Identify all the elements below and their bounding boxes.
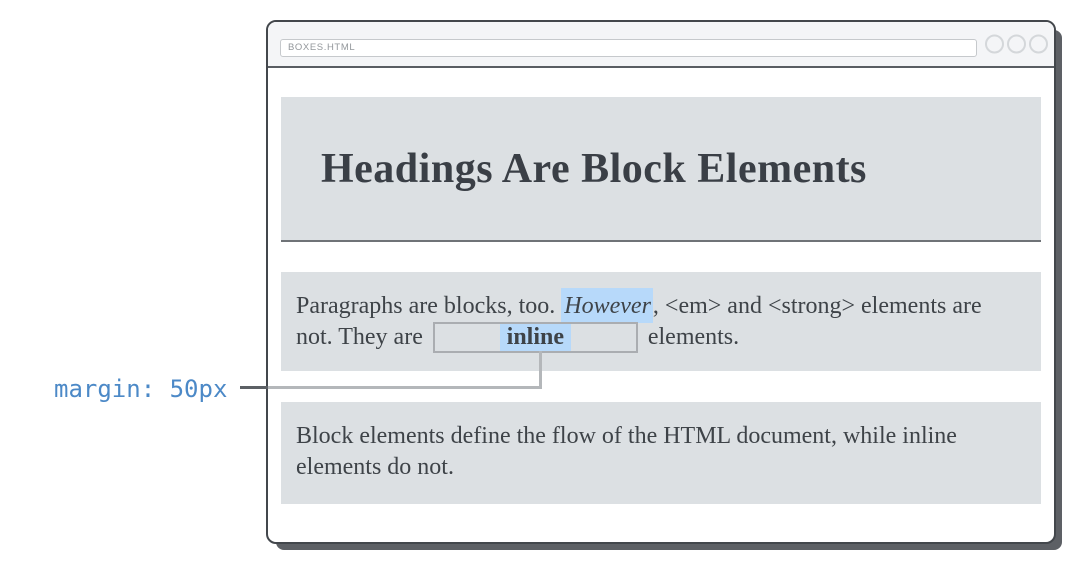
page-title: Headings Are Block Elements xyxy=(321,145,867,193)
paragraph-text: , <em> and <strong> elements are xyxy=(653,293,982,319)
window-controls xyxy=(985,35,1048,54)
annotation-connector-horizontal-line xyxy=(268,386,541,389)
page-content: Headings Are Block Elements Paragraphs a… xyxy=(268,68,1054,504)
heading-block: Headings Are Block Elements xyxy=(281,97,1041,242)
annotation-connector-vertical-line xyxy=(539,351,542,389)
margin-annotation-label: margin: 50px xyxy=(54,375,227,403)
strong-highlight: inline xyxy=(500,324,571,351)
window-control-button-icon[interactable] xyxy=(985,35,1004,54)
paragraph-text: not. They are xyxy=(296,322,423,353)
paragraph-text: Block elements define the flow of the HT… xyxy=(296,423,957,480)
browser-toolbar: BOXES.HTML xyxy=(268,22,1054,68)
url-bar[interactable]: BOXES.HTML xyxy=(280,39,977,57)
paragraph-1-line-1: Paragraphs are blocks, too. However, <em… xyxy=(296,291,1026,322)
window-control-button-icon[interactable] xyxy=(1029,35,1048,54)
paragraph-block-1: Paragraphs are blocks, too. However, <em… xyxy=(281,272,1041,371)
window-control-button-icon[interactable] xyxy=(1007,35,1026,54)
figure-canvas: margin: 50px BOXES.HTML Headings Are Blo… xyxy=(0,0,1092,582)
paragraph-block-2: Block elements define the flow of the HT… xyxy=(281,402,1041,504)
em-highlight: However xyxy=(561,288,653,323)
url-text: BOXES.HTML xyxy=(288,42,355,53)
annotation-connector-dash xyxy=(240,386,268,389)
paragraph-text: Paragraphs are blocks, too. xyxy=(296,293,561,319)
browser-window: BOXES.HTML Headings Are Block Elements P… xyxy=(266,20,1056,544)
paragraph-1-line-2: not. They are inline elements. xyxy=(296,322,1026,353)
inline-margin-box: inline xyxy=(433,322,638,353)
paragraph-text: elements. xyxy=(648,322,739,353)
